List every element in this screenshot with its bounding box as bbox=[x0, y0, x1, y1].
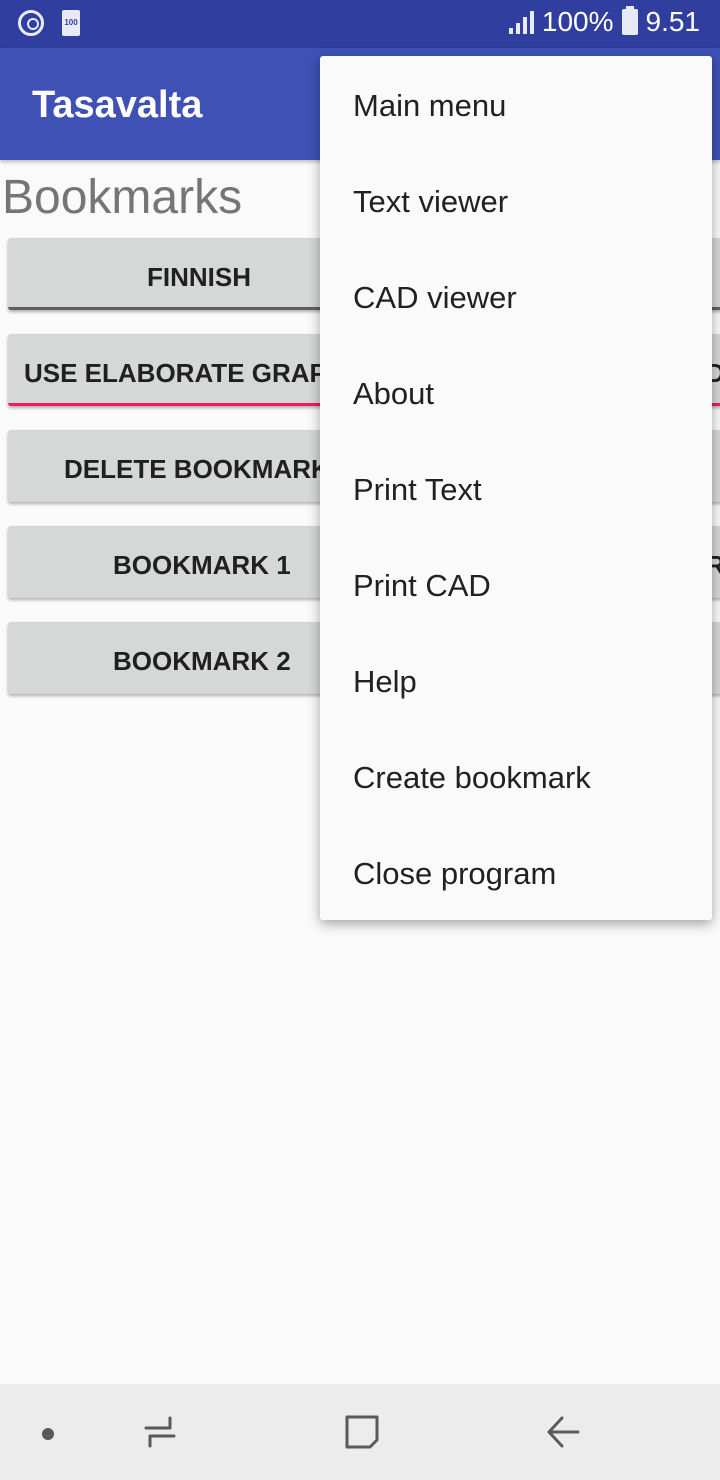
sync-icon bbox=[18, 10, 44, 36]
menu-item-cad-viewer[interactable]: CAD viewer bbox=[320, 250, 712, 346]
recents-icon[interactable] bbox=[140, 1412, 180, 1452]
use-elaborate-graph-label: USE ELABORATE GRAPH bbox=[24, 358, 346, 388]
status-time: 9.51 bbox=[645, 6, 701, 37]
status-bar: 100 100% 9.51 bbox=[0, 0, 720, 48]
navigation-bar bbox=[0, 1384, 720, 1480]
app-title: Tasavalta bbox=[32, 84, 203, 126]
menu-item-create-bookmark[interactable]: Create bookmark bbox=[320, 730, 712, 826]
menu-item-print-text[interactable]: Print Text bbox=[320, 442, 712, 538]
menu-item-about[interactable]: About bbox=[320, 346, 712, 442]
menu-item-close-program[interactable]: Close program bbox=[320, 826, 712, 922]
page-heading: Bookmarks bbox=[2, 171, 243, 224]
home-icon[interactable] bbox=[342, 1412, 382, 1452]
overflow-menu: Main menu Text viewer CAD viewer About P… bbox=[320, 56, 712, 920]
back-icon[interactable] bbox=[544, 1412, 584, 1452]
bookmark-2-label: BOOKMARK 2 bbox=[113, 646, 291, 676]
bookmark-1-label: BOOKMARK 1 bbox=[113, 550, 291, 580]
finnish-button-label: FINNISH bbox=[147, 262, 251, 292]
battery-100-icon: 100 bbox=[62, 10, 80, 36]
menu-item-print-cad[interactable]: Print CAD bbox=[320, 538, 712, 634]
dot-icon[interactable] bbox=[42, 1428, 54, 1440]
signal-icon bbox=[508, 10, 534, 34]
menu-item-help[interactable]: Help bbox=[320, 634, 712, 730]
menu-item-main-menu[interactable]: Main menu bbox=[320, 58, 712, 154]
battery-icon bbox=[621, 6, 638, 35]
menu-item-text-viewer[interactable]: Text viewer bbox=[320, 154, 712, 250]
battery-percent: 100% bbox=[541, 6, 614, 37]
delete-bookmark-label: DELETE BOOKMARK bbox=[64, 454, 330, 484]
